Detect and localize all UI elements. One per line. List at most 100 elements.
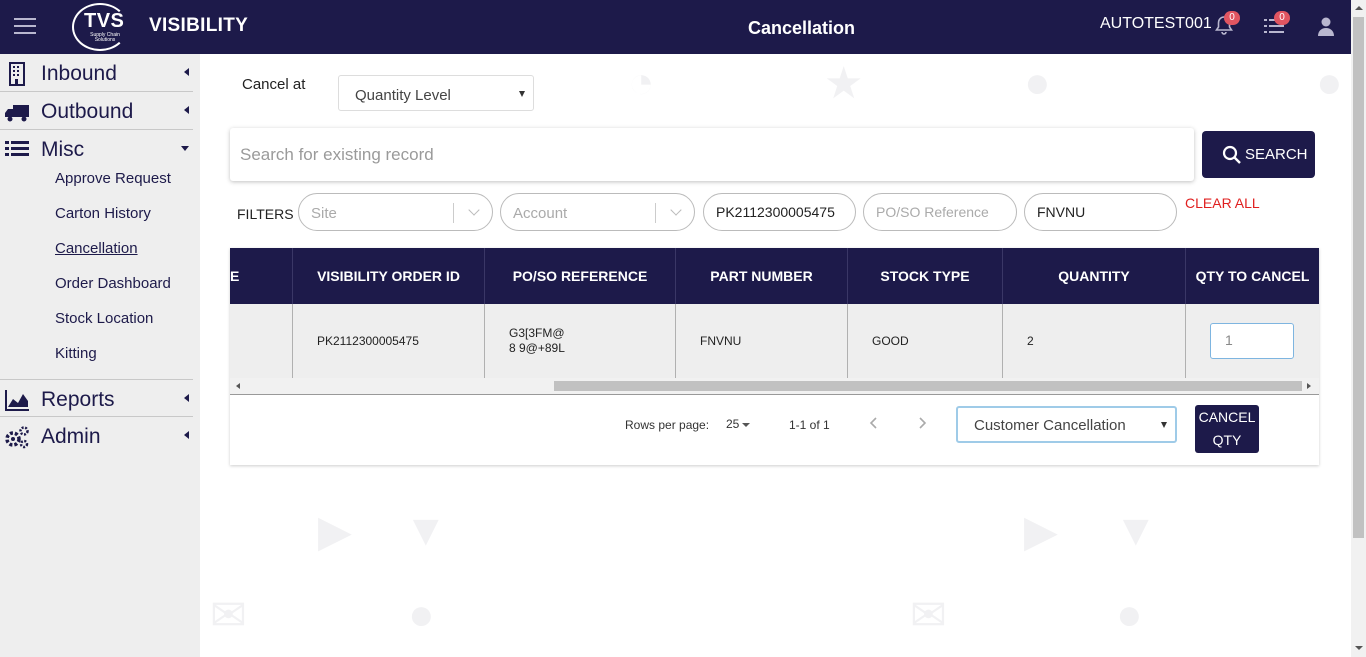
cancel-qty-label-line1: CANCEL — [1198, 409, 1256, 425]
search-input[interactable] — [230, 128, 1194, 181]
sidebar-subitem-cancellation[interactable]: Cancellation — [55, 240, 138, 257]
circle-watermark-icon: ● — [1316, 58, 1343, 107]
column-header-part-number[interactable]: PART NUMBER — [676, 248, 848, 304]
triangle-watermark-icon: ▼ — [404, 506, 448, 555]
caret-down-icon — [181, 146, 189, 151]
search-button-label: SEARCH — [1245, 146, 1308, 163]
tvs-logo: TVS Supply Chain Solutions — [72, 3, 128, 51]
cancellation-type-value: Customer Cancellation — [974, 417, 1126, 434]
rows-per-page-select[interactable]: 25 — [726, 417, 751, 431]
cell-quantity: 2 — [1003, 304, 1186, 378]
clear-all-button[interactable]: CLEAR ALL — [1185, 195, 1260, 211]
column-header-quantity[interactable]: QUANTITY — [1003, 248, 1186, 304]
caret-left-icon — [184, 394, 189, 402]
table-cell-partial — [230, 304, 293, 378]
cell-stock-type: GOOD — [848, 304, 1003, 378]
site-filter-placeholder: Site — [311, 205, 337, 222]
column-header-po-so-reference[interactable]: PO/SO REFERENCE — [485, 248, 676, 304]
sidebar-item-label: Misc — [41, 138, 85, 161]
rows-per-page-value: 25 — [726, 417, 740, 431]
account-filter-select[interactable]: Account — [500, 193, 695, 231]
sidebar-subitem-kitting[interactable]: Kitting — [55, 345, 97, 362]
list-icon — [4, 138, 30, 160]
page-vertical-scrollbar[interactable] — [1351, 0, 1366, 657]
sidebar-subitem-stock-location[interactable]: Stock Location — [55, 310, 153, 327]
sidebar-item-label: Inbound — [41, 62, 117, 85]
info-watermark-icon: ● — [1024, 58, 1051, 107]
sidebar-subitem-order-dashboard[interactable]: Order Dashboard — [55, 275, 171, 292]
sidebar-item-admin[interactable]: Admin — [0, 417, 193, 455]
site-filter-select[interactable]: Site — [298, 193, 493, 231]
building-icon — [4, 62, 30, 86]
po-so-reference-filter-input[interactable]: PO/SO Reference — [863, 193, 1017, 231]
cancellation-table: E VISIBILITY ORDER ID PO/SO REFERENCE PA… — [230, 248, 1319, 465]
user-watermark-icon: ● — [408, 590, 435, 639]
task-count-badge: 0 — [1274, 11, 1290, 25]
envelope-watermark-icon: ✉ — [210, 591, 247, 640]
top-app-bar: TVS Supply Chain Solutions VISIBILITY Ca… — [0, 0, 1351, 54]
dropdown-arrow-icon — [519, 91, 525, 97]
select-separator — [655, 203, 656, 223]
scroll-down-icon[interactable] — [1355, 646, 1363, 650]
app-name: VISIBILITY — [149, 15, 249, 36]
caret-left-icon — [184, 431, 189, 439]
horizontal-scrollbar[interactable] — [230, 378, 1319, 395]
column-header-stock-type[interactable]: STOCK TYPE — [848, 248, 1003, 304]
scroll-left-icon[interactable] — [236, 383, 240, 389]
sidebar-item-label: Reports — [41, 388, 115, 411]
scrollbar-thumb[interactable] — [554, 381, 1302, 391]
next-page-button[interactable] — [914, 415, 930, 431]
order-id-filter-value: PK2112300005475 — [716, 204, 835, 220]
part-number-filter-input[interactable]: FNVNU — [1024, 193, 1177, 231]
pie-chart-watermark-icon: ◔ — [628, 58, 655, 107]
star-watermark-icon: ★ — [824, 59, 864, 108]
sidebar: Inbound Outbound Misc Approve Request Ca… — [0, 54, 200, 657]
search-icon — [1222, 145, 1242, 165]
task-list-icon[interactable]: 0 — [1262, 11, 1290, 38]
rows-per-page-label: Rows per page: — [625, 418, 710, 432]
caret-left-icon — [184, 68, 189, 76]
order-id-filter-input[interactable]: PK2112300005475 — [703, 193, 856, 231]
dropdown-arrow-icon — [742, 422, 751, 427]
hamburger-menu-icon[interactable] — [14, 18, 36, 36]
sidebar-item-label: Admin — [41, 425, 101, 448]
cancel-qty-label-line2: QTY — [1212, 432, 1242, 448]
truck-icon — [4, 100, 30, 122]
user-avatar-icon[interactable] — [1314, 14, 1338, 38]
sidebar-item-inbound[interactable]: Inbound — [0, 54, 193, 92]
cancel-at-select[interactable]: Quantity Level — [338, 75, 534, 111]
cancellation-type-select[interactable]: Customer Cancellation — [956, 406, 1177, 443]
account-filter-placeholder: Account — [513, 205, 568, 222]
column-header-visibility-order-id[interactable]: VISIBILITY ORDER ID — [293, 248, 485, 304]
play-watermark-icon: ▶ — [1024, 507, 1058, 556]
sidebar-item-outbound[interactable]: Outbound — [0, 92, 193, 130]
sidebar-subitem-approve-request[interactable]: Approve Request — [55, 170, 171, 187]
select-separator — [453, 203, 454, 223]
search-button[interactable]: SEARCH — [1202, 131, 1315, 178]
sidebar-item-reports[interactable]: Reports — [0, 379, 193, 417]
table-header: E VISIBILITY ORDER ID PO/SO REFERENCE PA… — [230, 248, 1319, 304]
scrollbar-thumb[interactable] — [1353, 17, 1364, 538]
chevron-down-icon — [468, 204, 480, 216]
sidebar-item-label: Outbound — [41, 100, 134, 123]
pagination-range: 1-1 of 1 — [789, 418, 830, 432]
scroll-right-icon[interactable] — [1307, 383, 1311, 389]
cell-order-id: PK2112300005475 — [293, 304, 485, 378]
bell-icon[interactable]: 0 — [1212, 11, 1240, 38]
po-so-filter-placeholder: PO/SO Reference — [876, 204, 989, 220]
envelope-watermark-icon: ✉ — [910, 591, 947, 640]
scroll-up-icon[interactable] — [1355, 6, 1363, 10]
qty-to-cancel-input[interactable]: 1 — [1210, 323, 1294, 359]
sidebar-subitem-carton-history[interactable]: Carton History — [55, 205, 151, 222]
previous-page-button[interactable] — [866, 415, 882, 431]
column-header-qty-to-cancel[interactable]: QTY TO CANCEL — [1186, 248, 1319, 304]
username[interactable]: AUTOTEST001 — [1100, 15, 1212, 33]
caret-left-icon — [184, 106, 189, 114]
notification-count-badge: 0 — [1224, 11, 1240, 25]
cell-po-so-reference: G3[3FM@8 9@+89L — [485, 304, 676, 378]
area-chart-icon — [4, 388, 30, 411]
table-row: PK2112300005475 G3[3FM@8 9@+89L FNVNU GO… — [230, 304, 1319, 378]
cancel-qty-button[interactable]: CANCEL QTY — [1195, 405, 1259, 453]
sidebar-item-misc[interactable]: Misc — [0, 130, 193, 168]
gears-icon — [4, 425, 30, 449]
